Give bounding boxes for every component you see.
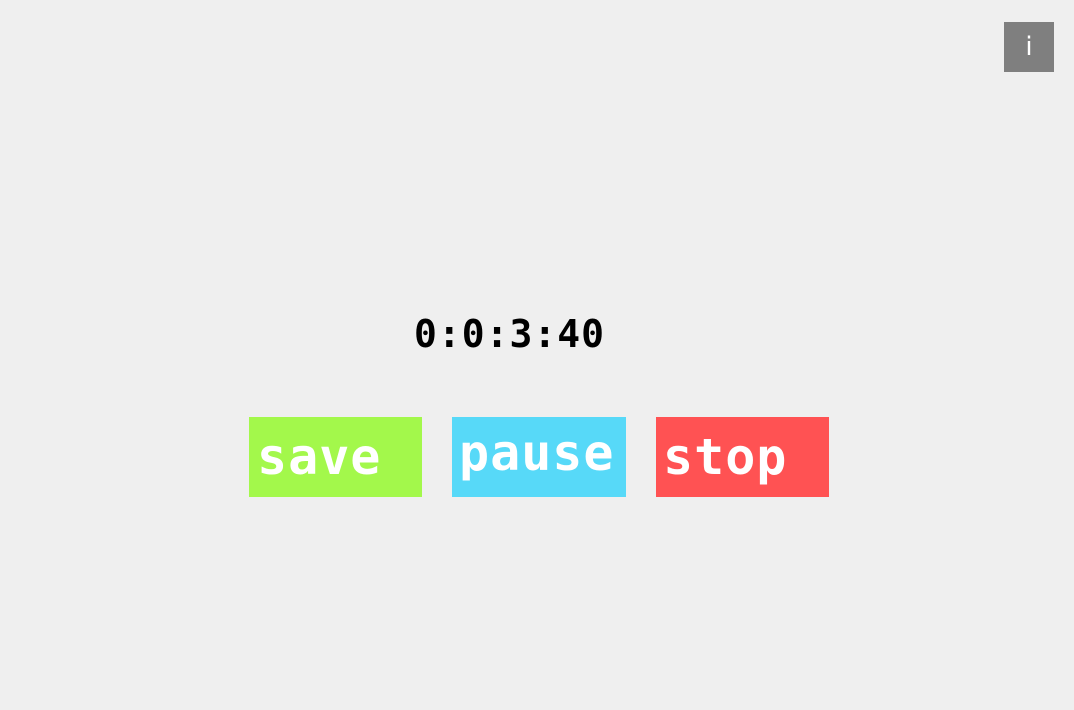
timer-display: 0:0:3:40 [414, 312, 606, 356]
stop-button[interactable]: stop [656, 417, 829, 497]
save-button[interactable]: save [249, 417, 422, 497]
info-button[interactable]: i [1004, 22, 1054, 72]
pause-button[interactable]: pause [452, 417, 626, 497]
